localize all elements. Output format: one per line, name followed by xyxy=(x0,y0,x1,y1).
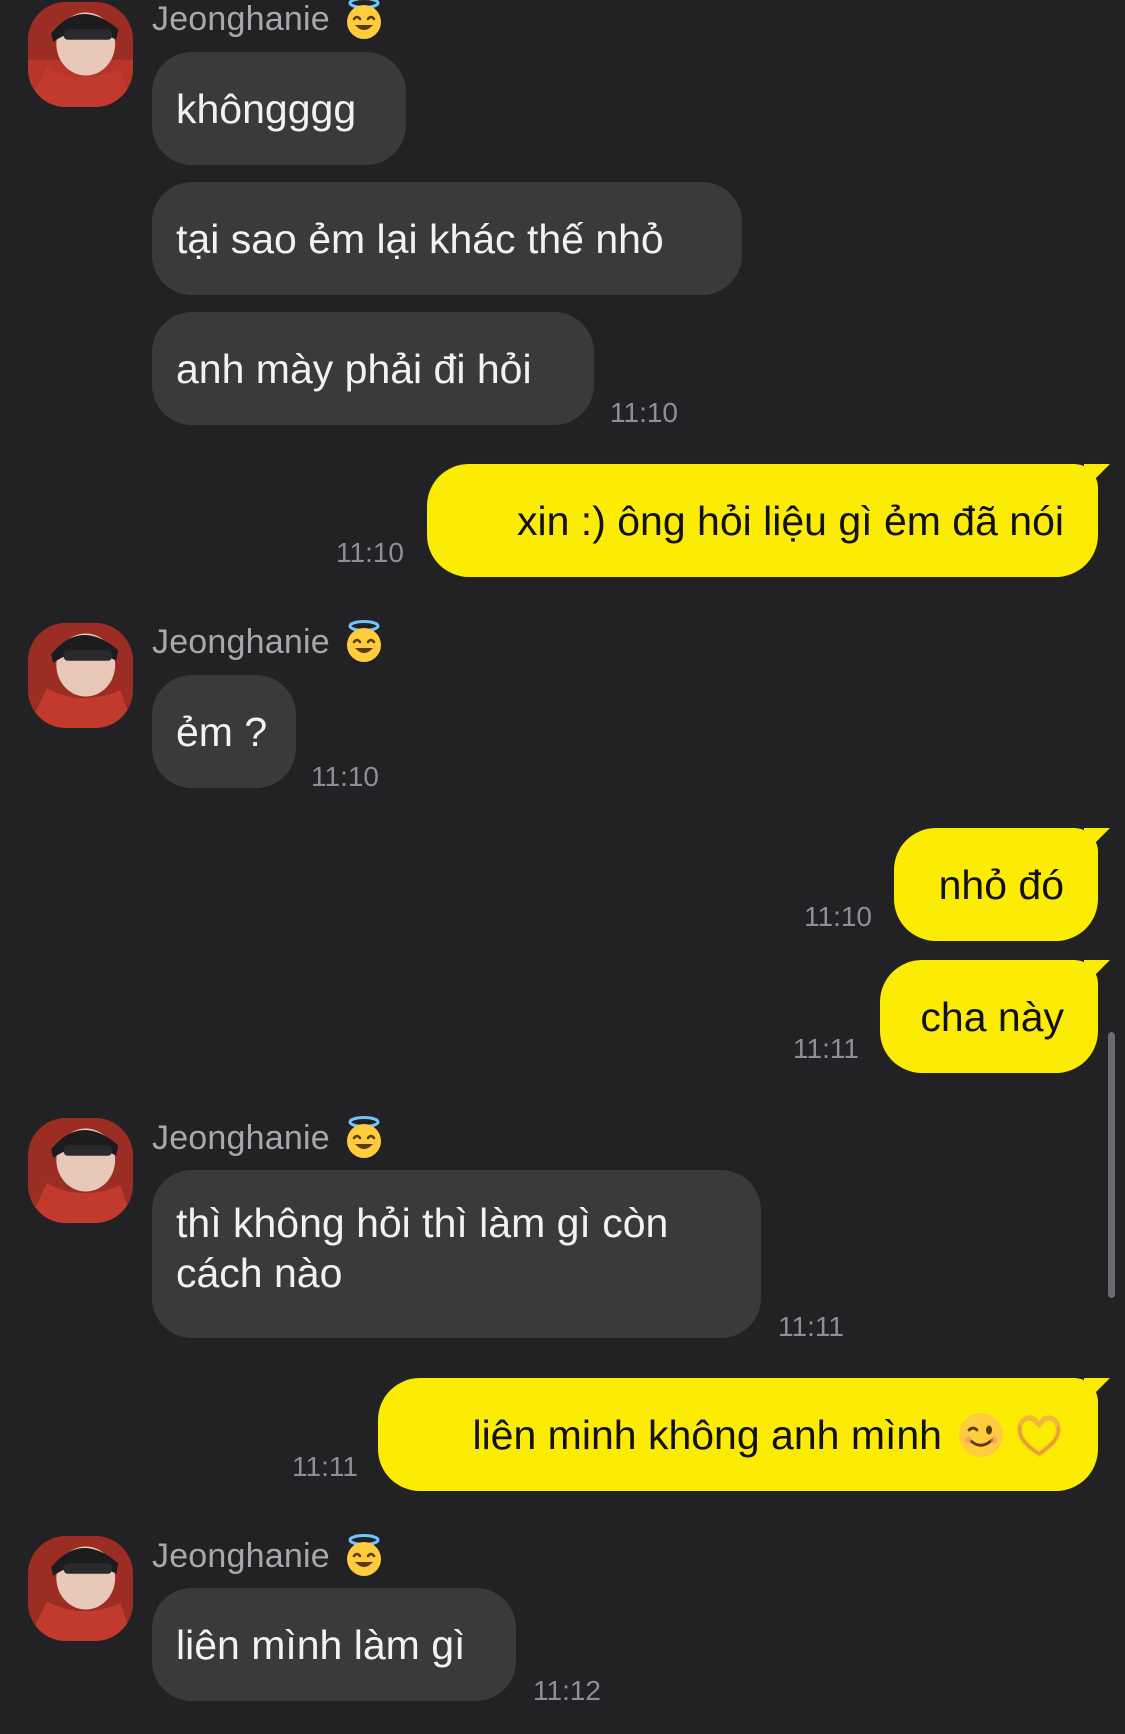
smiling-face-with-halo-icon xyxy=(342,1116,386,1160)
message-bubble-outgoing[interactable]: nhỏ đó xyxy=(894,828,1098,941)
message-timestamp: 11:10 xyxy=(336,537,404,568)
smiling-face-with-halo-icon xyxy=(342,620,386,664)
avatar-photo xyxy=(28,2,133,107)
message-emojis xyxy=(956,1410,1064,1460)
heart-hands-icon xyxy=(1014,1410,1064,1460)
avatar-photo xyxy=(28,1536,133,1641)
message-bubble-incoming[interactable]: anh mày phải đi hỏi xyxy=(152,312,594,425)
winking-face-icon xyxy=(956,1410,1006,1460)
message-timestamp: 11:11 xyxy=(292,1451,358,1482)
avatar[interactable] xyxy=(28,1118,133,1223)
message-bubble-incoming[interactable]: liên mình làm gì xyxy=(152,1588,516,1701)
message-bubble-incoming[interactable]: tại sao ẻm lại khác thế nhỏ xyxy=(152,182,742,295)
message-bubble-outgoing[interactable]: xin :) ông hỏi liệu gì ẻm đã nói xyxy=(427,464,1098,577)
message-timestamp: 11:12 xyxy=(533,1675,601,1706)
chat-thread[interactable]: Jeonghanie khôngggg tại sao ẻm lại khác … xyxy=(0,0,1125,1734)
sender-name: Jeonghanie xyxy=(152,1113,386,1163)
sender-name: Jeonghanie xyxy=(152,617,386,667)
message-timestamp: 11:10 xyxy=(804,901,872,932)
avatar-photo xyxy=(28,623,133,728)
message-timestamp: 11:10 xyxy=(311,761,379,792)
message-bubble-incoming[interactable]: ẻm ? xyxy=(152,675,296,788)
message-timestamp: 11:10 xyxy=(610,397,678,428)
message-timestamp: 11:11 xyxy=(793,1033,859,1064)
avatar[interactable] xyxy=(28,2,133,107)
message-bubble-incoming[interactable]: thì không hỏi thì làm gì còn cách nào xyxy=(152,1170,761,1338)
scrollbar[interactable] xyxy=(1108,1032,1115,1298)
message-bubble-outgoing[interactable]: cha này xyxy=(880,960,1098,1073)
sender-name: Jeonghanie xyxy=(152,1531,386,1581)
message-bubble-incoming[interactable]: khôngggg xyxy=(152,52,406,165)
message-timestamp: 11:11 xyxy=(778,1311,844,1342)
sender-name: Jeonghanie xyxy=(152,0,386,44)
smiling-face-with-halo-icon xyxy=(342,0,386,41)
avatar[interactable] xyxy=(28,1536,133,1641)
message-bubble-outgoing[interactable]: liên minh không anh mình xyxy=(378,1378,1098,1491)
avatar-photo xyxy=(28,1118,133,1223)
smiling-face-with-halo-icon xyxy=(342,1534,386,1578)
avatar[interactable] xyxy=(28,623,133,728)
